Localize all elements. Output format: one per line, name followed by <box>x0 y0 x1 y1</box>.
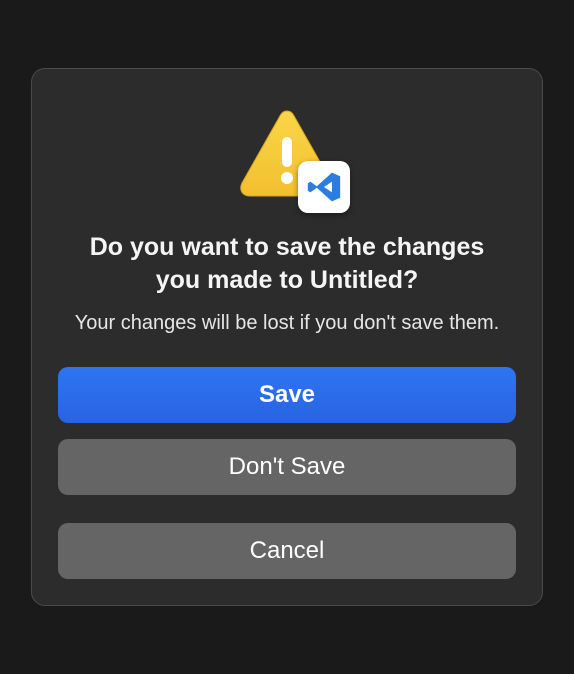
save-button[interactable]: Save <box>58 367 516 423</box>
save-changes-dialog: Do you want to save the changes you made… <box>31 68 543 606</box>
vscode-app-icon <box>298 161 350 213</box>
dialog-icon-area <box>232 107 342 207</box>
cancel-button[interactable]: Cancel <box>58 523 516 579</box>
dialog-button-stack: Save Don't Save Cancel <box>58 367 516 579</box>
dont-save-button[interactable]: Don't Save <box>58 439 516 495</box>
dialog-message: Your changes will be lost if you don't s… <box>67 310 507 337</box>
dialog-title: Do you want to save the changes you made… <box>58 231 516 296</box>
